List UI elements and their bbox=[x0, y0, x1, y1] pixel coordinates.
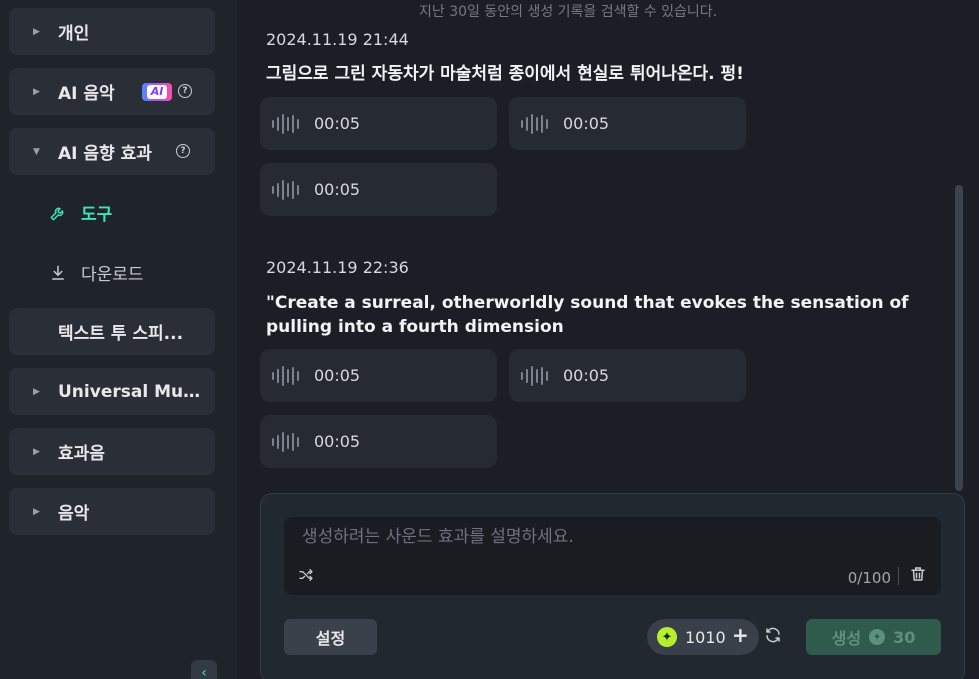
sidebar-collapse-button[interactable]: ‹ bbox=[191, 660, 217, 679]
sidebar-item-label: AI 음향 효과 bbox=[58, 144, 152, 164]
sidebar-item-ai-sound-effects[interactable]: ▼ AI 음향 효과 ? bbox=[9, 128, 215, 175]
history-prompt: 그림으로 그린 자동차가 마술처럼 종이에서 현실로 튀어나온다. 펑! bbox=[266, 64, 744, 84]
prompt-box: 0/100 bbox=[284, 517, 941, 595]
audio-clip[interactable]: 00:05 bbox=[509, 349, 746, 402]
waveform-icon bbox=[272, 179, 299, 200]
history-timestamp: 2024.11.19 21:44 bbox=[266, 30, 409, 49]
download-icon bbox=[52, 265, 64, 280]
sidebar-item-ai-music[interactable]: ▶ AI 음악 AI ? bbox=[9, 68, 215, 115]
clip-duration: 00:05 bbox=[314, 366, 361, 385]
settings-button[interactable]: 설정 bbox=[284, 619, 377, 655]
trash-icon[interactable] bbox=[909, 565, 927, 587]
sidebar-subitem-label: 도구 bbox=[81, 205, 113, 225]
clip-duration: 00:05 bbox=[314, 432, 361, 451]
audio-clip[interactable]: 00:05 bbox=[260, 163, 497, 216]
audio-clip[interactable]: 00:05 bbox=[260, 349, 497, 402]
sidebar: ▶ 개인 ▶ AI 음악 AI ? ▼ AI 음향 효과 ? 도구 다운로드 텍… bbox=[0, 0, 237, 679]
sidebar-subitem-downloads[interactable]: 다운로드 bbox=[49, 260, 144, 285]
help-icon[interactable]: ? bbox=[176, 144, 190, 158]
caret-right-icon: ▶ bbox=[33, 446, 40, 457]
wrench-icon bbox=[50, 207, 64, 220]
generate-cost: 30 bbox=[893, 627, 916, 647]
audio-clip[interactable]: 00:05 bbox=[509, 97, 746, 150]
shuffle-icon[interactable] bbox=[298, 567, 314, 587]
sidebar-item-music[interactable]: ▶ 음악 bbox=[9, 488, 215, 535]
sidebar-item-label: 음악 bbox=[58, 504, 90, 524]
character-counter: 0/100 bbox=[847, 569, 891, 587]
sidebar-item-label: 효과음 bbox=[58, 444, 105, 464]
sidebar-item-sound-effects[interactable]: ▶ 효과음 bbox=[9, 428, 215, 475]
caret-right-icon: ▶ bbox=[33, 386, 40, 397]
caret-right-icon: ▶ bbox=[33, 506, 40, 517]
audio-clip[interactable]: 00:05 bbox=[260, 415, 497, 468]
refresh-icon[interactable] bbox=[764, 626, 782, 649]
credit-amount: 1010 bbox=[685, 627, 726, 647]
chevron-left-icon: ‹ bbox=[201, 665, 207, 679]
caret-down-icon: ▼ bbox=[33, 146, 40, 157]
clip-duration: 00:05 bbox=[314, 180, 361, 199]
sidebar-item-label: 개인 bbox=[58, 24, 90, 44]
waveform-icon bbox=[272, 431, 299, 452]
history-hint: 지난 30일 동안의 생성 기록을 검색할 수 있습니다. bbox=[419, 4, 718, 20]
sidebar-item-universal-music[interactable]: ▶ Universal Mus... bbox=[9, 368, 215, 415]
sidebar-subitem-label: 다운로드 bbox=[81, 265, 144, 285]
scrollbar-thumb[interactable] bbox=[955, 185, 963, 491]
clip-duration: 00:05 bbox=[563, 366, 610, 385]
sidebar-item-label: Universal Mus... bbox=[58, 381, 208, 402]
add-credits-icon[interactable]: + bbox=[732, 623, 749, 647]
history-timestamp: 2024.11.19 22:36 bbox=[266, 258, 409, 277]
caret-right-icon: ▶ bbox=[33, 86, 40, 97]
help-icon[interactable]: ? bbox=[178, 84, 192, 98]
sidebar-item-label: 텍스트 투 스피... bbox=[58, 324, 184, 344]
waveform-icon bbox=[521, 365, 548, 386]
waveform-icon bbox=[521, 113, 548, 134]
sidebar-subitem-tools[interactable]: 도구 bbox=[49, 200, 112, 225]
credit-coin-icon: ✦ bbox=[869, 629, 886, 645]
generate-label: 생성 bbox=[831, 629, 862, 648]
sidebar-item-personal[interactable]: ▶ 개인 bbox=[9, 8, 215, 55]
sidebar-item-text-to-speech[interactable]: 텍스트 투 스피... bbox=[9, 308, 215, 355]
clip-duration: 00:05 bbox=[563, 114, 610, 133]
audio-clip[interactable]: 00:05 bbox=[260, 97, 497, 150]
credits-pill[interactable]: ✦ 1010 + bbox=[647, 619, 759, 655]
ai-badge: AI bbox=[142, 83, 172, 101]
sidebar-item-label: AI 음악 bbox=[58, 84, 115, 104]
history-prompt: "Create a surreal, otherworldly sound th… bbox=[266, 293, 909, 337]
waveform-icon bbox=[272, 365, 299, 386]
generate-button[interactable]: 생성 ✦ 30 bbox=[806, 619, 941, 655]
divider bbox=[898, 567, 899, 585]
clip-duration: 00:05 bbox=[314, 114, 361, 133]
credit-coin-icon: ✦ bbox=[657, 627, 677, 647]
caret-right-icon: ▶ bbox=[33, 26, 40, 37]
ai-badge-text: AI bbox=[146, 85, 168, 99]
prompt-input[interactable] bbox=[302, 527, 902, 547]
waveform-icon bbox=[272, 113, 299, 134]
